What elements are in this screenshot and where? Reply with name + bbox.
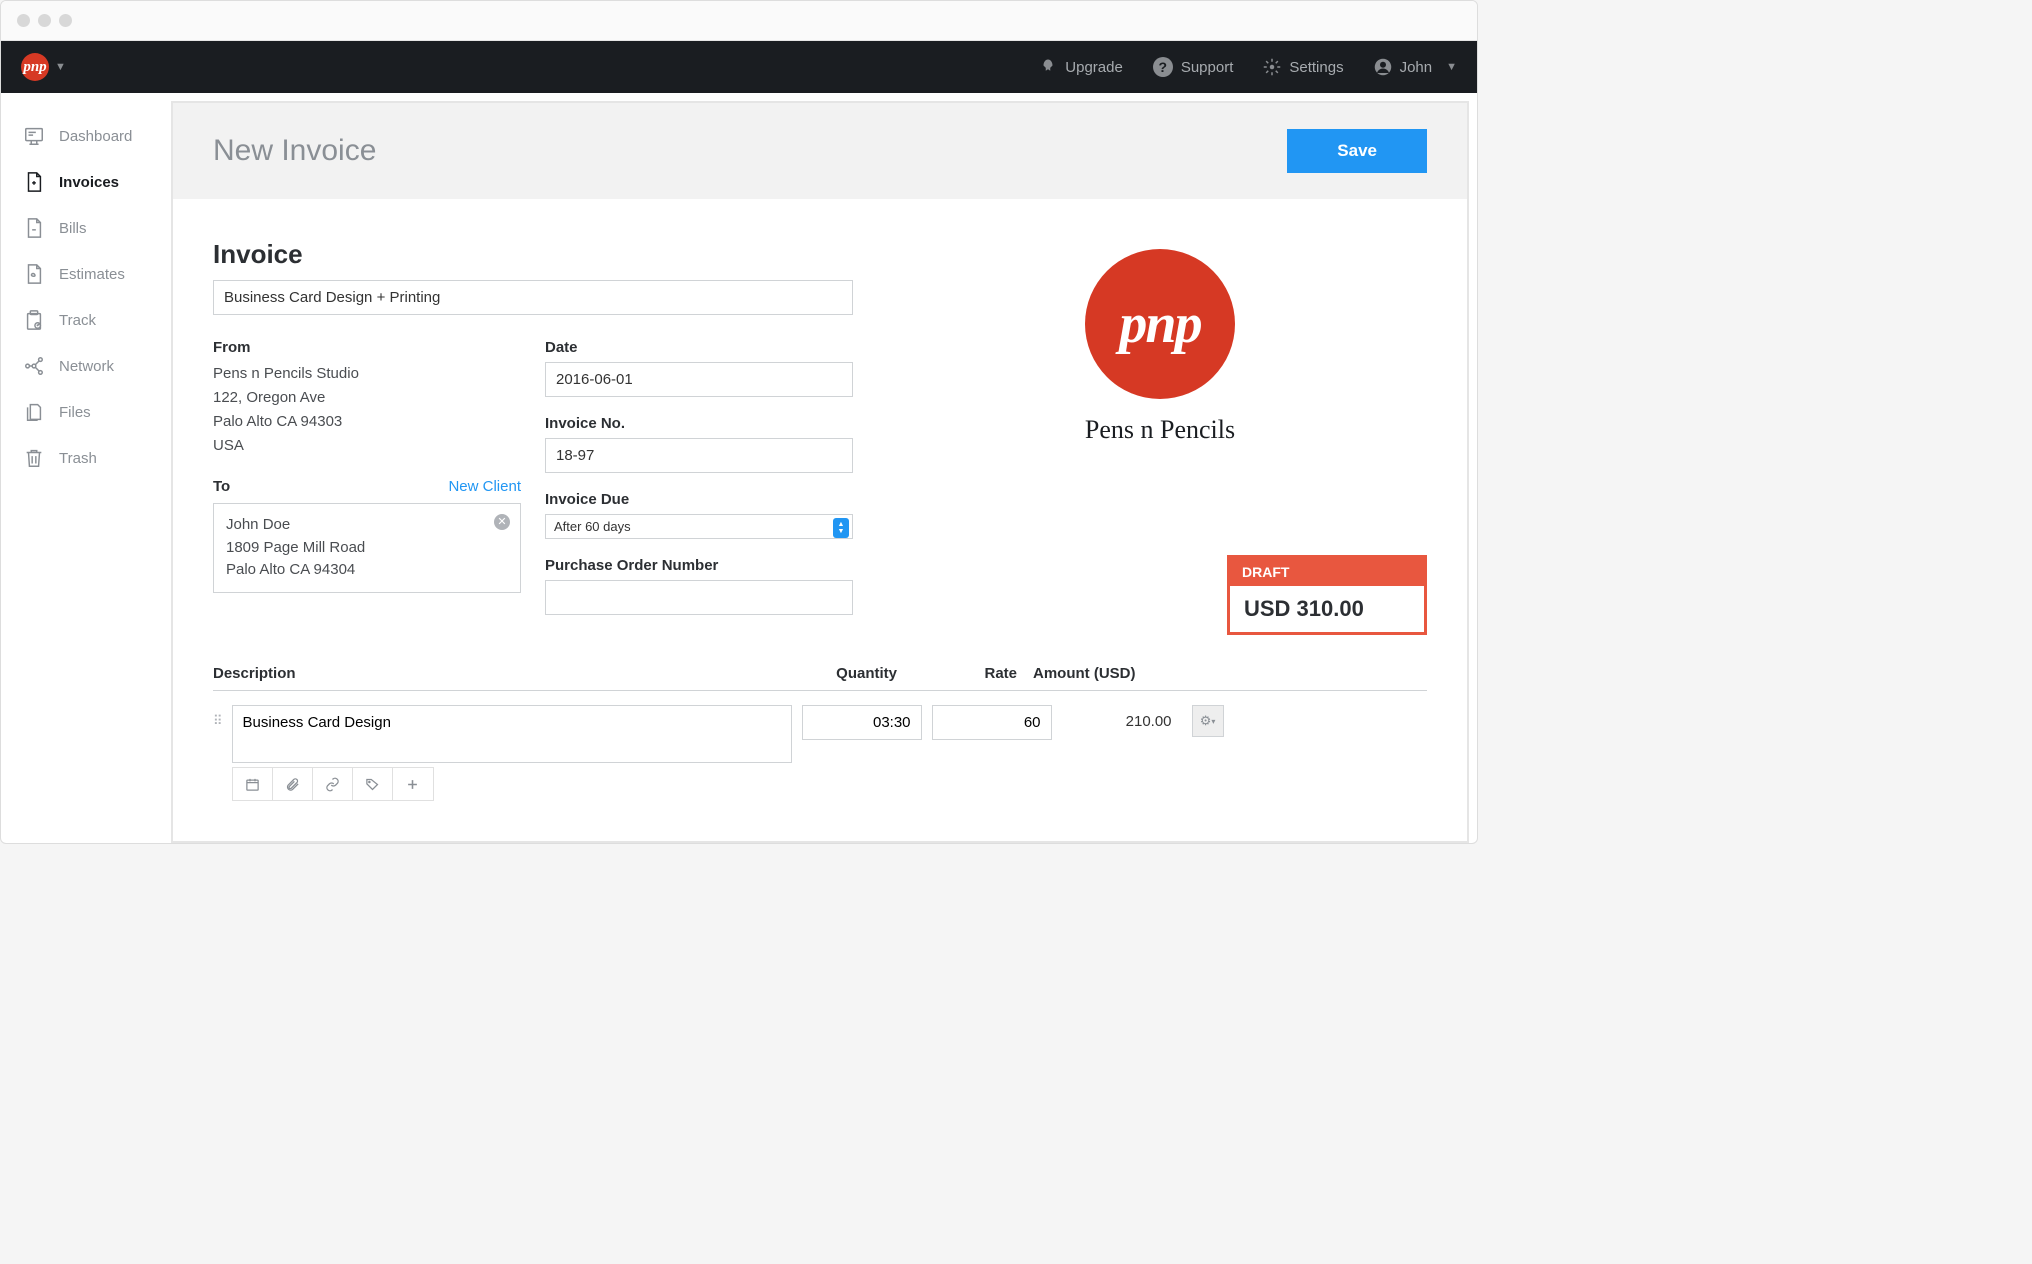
from-line: Palo Alto CA 94303 xyxy=(213,410,521,434)
estimates-icon xyxy=(23,263,45,285)
sidebar-item-label: Trash xyxy=(59,450,97,467)
client-box[interactable]: John Doe 1809 Page Mill Road Palo Alto C… xyxy=(213,503,521,593)
sidebar: Dashboard Invoices Bills Estimates Track… xyxy=(1,93,171,843)
user-icon xyxy=(1374,58,1392,76)
clear-client-icon[interactable]: ✕ xyxy=(494,514,510,530)
col-description: Description xyxy=(213,665,783,682)
logo-text: pnp xyxy=(1119,292,1200,356)
attachment-icon[interactable] xyxy=(273,768,313,800)
files-icon xyxy=(23,401,45,423)
drag-handle-icon[interactable]: ⠿ xyxy=(213,705,222,729)
sidebar-item-network[interactable]: Network xyxy=(1,343,171,389)
from-line: Pens n Pencils Studio xyxy=(213,362,521,386)
to-line: Palo Alto CA 94304 xyxy=(226,559,508,582)
chevron-down-icon: ▼ xyxy=(1446,61,1457,73)
invoice-title-input[interactable] xyxy=(213,280,853,315)
window-dot xyxy=(59,14,72,27)
invoice-due-label: Invoice Due xyxy=(545,491,853,508)
question-icon: ? xyxy=(1153,57,1173,77)
chevron-down-icon[interactable]: ▼ xyxy=(55,61,66,73)
to-label: To xyxy=(213,478,230,495)
sidebar-item-estimates[interactable]: Estimates xyxy=(1,251,171,297)
select-arrows-icon[interactable]: ▲▼ xyxy=(833,518,849,538)
from-line: USA xyxy=(213,434,521,458)
sidebar-item-files[interactable]: Files xyxy=(1,389,171,435)
window-dot xyxy=(17,14,30,27)
from-line: 122, Oregon Ave xyxy=(213,386,521,410)
upgrade-label: Upgrade xyxy=(1065,59,1123,76)
gear-icon xyxy=(1263,58,1281,76)
date-label: Date xyxy=(545,339,853,356)
new-client-link[interactable]: New Client xyxy=(448,478,521,495)
trash-icon xyxy=(23,447,45,469)
sidebar-item-trash[interactable]: Trash xyxy=(1,435,171,481)
company-logo: pnp xyxy=(1085,249,1235,399)
sidebar-item-dashboard[interactable]: Dashboard xyxy=(1,113,171,159)
sidebar-item-label: Dashboard xyxy=(59,128,132,145)
invoice-total-box: DRAFT USD 310.00 xyxy=(1227,555,1427,635)
sidebar-item-label: Bills xyxy=(59,220,87,237)
sidebar-item-label: Network xyxy=(59,358,114,375)
item-quantity-input[interactable] xyxy=(802,705,922,740)
support-link[interactable]: ? Support xyxy=(1153,57,1234,77)
col-rate: Rate xyxy=(913,665,1033,682)
sidebar-item-bills[interactable]: Bills xyxy=(1,205,171,251)
logo-text: pnp xyxy=(23,59,46,76)
total-amount: USD 310.00 xyxy=(1230,586,1424,632)
from-label: From xyxy=(213,339,521,356)
network-icon xyxy=(23,355,45,377)
po-label: Purchase Order Number xyxy=(545,557,853,574)
to-line: 1809 Page Mill Road xyxy=(226,537,508,560)
panel-header: New Invoice Save xyxy=(173,103,1467,199)
upgrade-link[interactable]: Upgrade xyxy=(1039,58,1123,76)
status-badge: DRAFT xyxy=(1230,558,1424,586)
settings-link[interactable]: Settings xyxy=(1263,58,1343,76)
item-rate-input[interactable] xyxy=(932,705,1052,740)
company-name: Pens n Pencils xyxy=(1085,415,1235,445)
item-toolbar xyxy=(232,767,434,801)
col-amount: Amount (USD) xyxy=(1033,665,1183,682)
invoice-section-title: Invoice xyxy=(213,239,853,270)
top-nav: pnp ▼ Upgrade ? Support Settings John ▼ xyxy=(1,41,1477,93)
bills-icon xyxy=(23,217,45,239)
save-button[interactable]: Save xyxy=(1287,129,1427,173)
rocket-icon xyxy=(1039,58,1057,76)
sidebar-item-label: Estimates xyxy=(59,266,125,283)
sidebar-item-label: Track xyxy=(59,312,96,329)
page-title: New Invoice xyxy=(213,134,376,168)
window-titlebar xyxy=(1,1,1477,41)
date-input[interactable] xyxy=(545,362,853,397)
user-name: John xyxy=(1400,59,1433,76)
invoice-no-label: Invoice No. xyxy=(545,415,853,432)
track-icon xyxy=(23,309,45,331)
link-icon[interactable] xyxy=(313,768,353,800)
po-input[interactable] xyxy=(545,580,853,615)
invoice-due-select[interactable] xyxy=(545,514,853,539)
items-header: Description Quantity Rate Amount (USD) xyxy=(213,665,1427,691)
calendar-icon[interactable] xyxy=(233,768,273,800)
from-address: Pens n Pencils Studio 122, Oregon Ave Pa… xyxy=(213,362,521,458)
dashboard-icon xyxy=(23,125,45,147)
sidebar-item-label: Invoices xyxy=(59,174,119,191)
support-label: Support xyxy=(1181,59,1234,76)
sidebar-item-invoices[interactable]: Invoices xyxy=(1,159,171,205)
sidebar-item-label: Files xyxy=(59,404,91,421)
user-menu[interactable]: John ▼ xyxy=(1374,58,1457,76)
item-description-input[interactable] xyxy=(232,705,792,763)
invoice-no-input[interactable] xyxy=(545,438,853,473)
app-logo[interactable]: pnp xyxy=(21,53,49,81)
add-icon[interactable] xyxy=(393,768,433,800)
sidebar-item-track[interactable]: Track xyxy=(1,297,171,343)
item-row: ⠿ xyxy=(213,705,1427,801)
settings-label: Settings xyxy=(1289,59,1343,76)
item-amount: 210.00 xyxy=(1062,705,1182,738)
item-gear-menu[interactable]: ⚙▾ xyxy=(1192,705,1224,737)
window-dot xyxy=(38,14,51,27)
invoices-icon xyxy=(23,171,45,193)
col-quantity: Quantity xyxy=(783,665,913,682)
tag-icon[interactable] xyxy=(353,768,393,800)
to-line: John Doe xyxy=(226,514,508,537)
